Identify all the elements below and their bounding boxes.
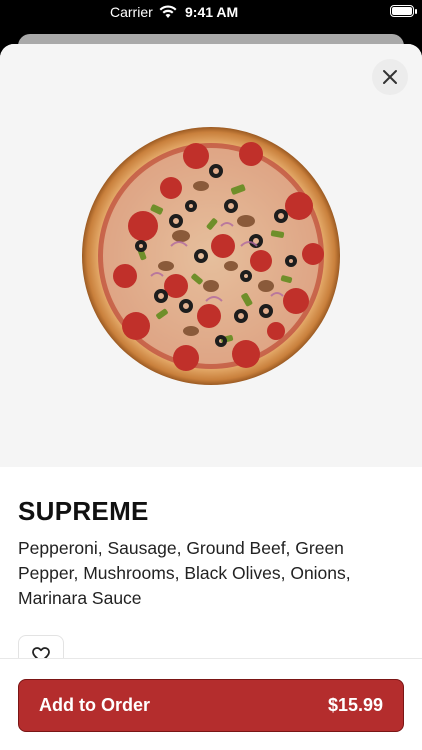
carrier-label: Carrier — [110, 4, 153, 20]
add-to-order-label: Add to Order — [39, 695, 150, 715]
add-to-order-button[interactable]: Add to Order $15.99 — [18, 679, 404, 732]
close-button[interactable] — [372, 59, 408, 95]
item-description: Pepperoni, Sausage, Ground Beef, Green P… — [18, 538, 351, 608]
status-bar: Carrier 9:41 AM — [0, 0, 422, 26]
item-image-area — [0, 44, 422, 467]
pizza-image — [82, 127, 340, 385]
battery-icon — [390, 5, 417, 17]
close-icon — [383, 70, 397, 84]
status-carrier-group: Carrier — [110, 4, 177, 20]
bottom-action-bar: Add to Order $15.99 — [0, 658, 422, 750]
item-detail-sheet: SUPREME Pepperoni, Sausage, Ground Beef,… — [0, 44, 422, 750]
item-title: SUPREME — [18, 496, 149, 526]
status-time: 9:41 AM — [185, 4, 239, 20]
wifi-icon — [159, 5, 177, 18]
price-label: $15.99 — [327, 695, 383, 715]
